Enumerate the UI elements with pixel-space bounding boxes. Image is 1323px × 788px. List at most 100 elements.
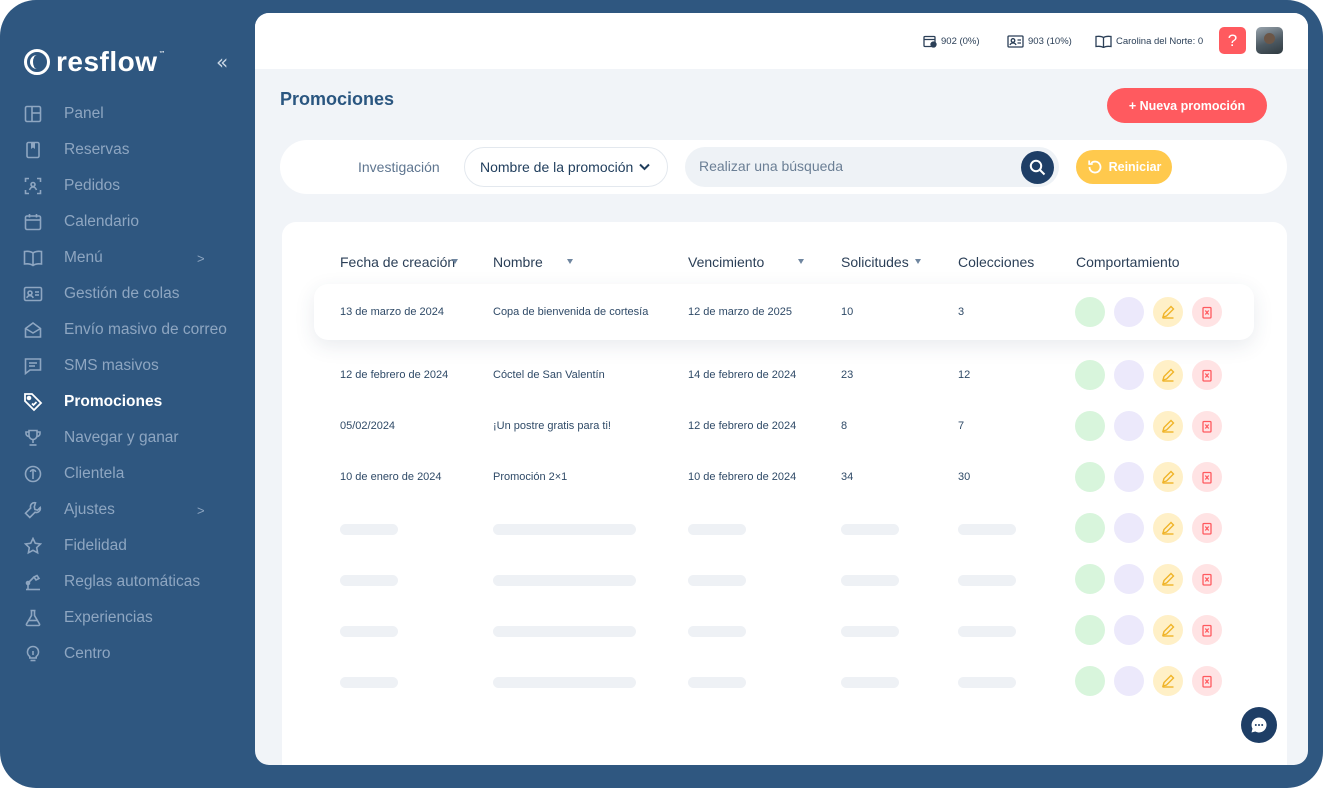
- column-header-vencimiento[interactable]: Vencimiento: [688, 254, 764, 270]
- brand-logo[interactable]: resflow ™: [24, 46, 166, 78]
- new-promotion-button[interactable]: + Nueva promoción: [1107, 88, 1267, 123]
- help-button[interactable]: ?: [1219, 27, 1246, 54]
- view-button[interactable]: [1114, 615, 1144, 645]
- sidebar-item-navegar-ganar[interactable]: Navegar y ganar: [22, 420, 242, 456]
- sidebar-item-pedidos[interactable]: Pedidos: [22, 168, 242, 204]
- sidebar-item-centro[interactable]: Centro: [22, 636, 242, 672]
- cell-colecciones: 7: [958, 420, 965, 432]
- page-title: Promociones: [280, 89, 395, 109]
- sidebar-item-label: SMS masivos: [64, 357, 159, 374]
- delete-button[interactable]: [1192, 513, 1222, 543]
- view-button[interactable]: [1114, 513, 1144, 543]
- activate-button[interactable]: [1075, 360, 1105, 390]
- table-row[interactable]: 12 de febrero de 2024 Cóctel de San Vale…: [314, 347, 1254, 403]
- sidebar-item-fidelidad[interactable]: Fidelidad: [22, 528, 242, 564]
- activate-button[interactable]: [1075, 411, 1105, 441]
- edit-button[interactable]: [1153, 666, 1183, 696]
- activate-button[interactable]: [1075, 666, 1105, 696]
- cell-nombre: Cóctel de San Valentín: [493, 369, 605, 381]
- calendar-check-icon: [923, 35, 937, 48]
- table-row[interactable]: 13 de marzo de 2024 Copa de bienvenida d…: [314, 284, 1254, 340]
- app-frame: resflow ™ « Panel Reservas Pedidos Calen…: [0, 0, 1323, 788]
- sort-arrow-icon[interactable]: [452, 259, 458, 264]
- edit-button[interactable]: [1153, 297, 1183, 327]
- sort-arrow-icon[interactable]: [567, 259, 573, 264]
- sidebar-item-panel[interactable]: Panel: [22, 96, 242, 132]
- sidebar-item-label: Promociones: [64, 393, 163, 410]
- stat-clients-value: 903 (10%): [1028, 36, 1072, 47]
- sidebar-item-gestion-colas[interactable]: Gestión de colas: [22, 276, 242, 312]
- edit-button[interactable]: [1153, 411, 1183, 441]
- sidebar-item-clientela[interactable]: Clientela: [22, 456, 242, 492]
- edit-icon: [1161, 623, 1175, 637]
- sidebar-item-calendario[interactable]: Calendario: [22, 204, 242, 240]
- sidebar-item-menu[interactable]: Menú >: [22, 240, 242, 276]
- edit-button[interactable]: [1153, 564, 1183, 594]
- sidebar-item-experiencias[interactable]: Experiencias: [22, 600, 242, 636]
- delete-button[interactable]: [1192, 411, 1222, 441]
- sort-arrow-icon[interactable]: [915, 259, 921, 264]
- sort-arrow-icon[interactable]: [798, 259, 804, 264]
- top-bar: 902 (0%) 903 (10%) Carolina del Norte: 0…: [255, 13, 1308, 69]
- collapse-sidebar-button[interactable]: «: [216, 50, 228, 74]
- cell-nombre: ¡Un postre gratis para ti!: [493, 420, 611, 432]
- trash-icon: [1202, 306, 1212, 319]
- delete-button[interactable]: [1192, 360, 1222, 390]
- cell-solicitudes: 23: [841, 369, 854, 381]
- sidebar-item-reglas[interactable]: Reglas automáticas: [22, 564, 242, 600]
- edit-button[interactable]: [1153, 462, 1183, 492]
- column-header-nombre[interactable]: Nombre: [493, 254, 543, 270]
- cell-vencimiento: 14 de febrero de 2024: [688, 369, 797, 381]
- sidebar-item-sms[interactable]: SMS masivos: [22, 348, 242, 384]
- sidebar-item-label: Ajustes: [64, 501, 115, 518]
- skeleton-row: [314, 551, 1254, 607]
- chat-support-button[interactable]: [1241, 707, 1277, 743]
- activate-button[interactable]: [1075, 513, 1105, 543]
- chevron-right-icon: >: [197, 250, 205, 266]
- table-row[interactable]: 10 de enero de 2024 Promoción 2×1 10 de …: [314, 449, 1254, 505]
- search-box: [685, 147, 1059, 187]
- star-icon: [22, 535, 44, 557]
- reset-button[interactable]: Reiniciar: [1076, 150, 1172, 184]
- column-header-solicitudes[interactable]: Solicitudes: [841, 254, 909, 270]
- filter-field-select[interactable]: Nombre de la promoción: [464, 147, 668, 187]
- delete-button[interactable]: [1192, 462, 1222, 492]
- trash-icon: [1202, 471, 1212, 484]
- filter-bar: Investigación Nombre de la promoción Rei…: [280, 140, 1287, 194]
- sidebar-item-label: Panel: [64, 105, 104, 122]
- delete-button[interactable]: [1192, 615, 1222, 645]
- table-row[interactable]: 05/02/2024 ¡Un postre gratis para ti! 12…: [314, 398, 1254, 454]
- view-button[interactable]: [1114, 360, 1144, 390]
- trash-icon: [1202, 675, 1212, 688]
- sidebar-item-reservas[interactable]: Reservas: [22, 132, 242, 168]
- activate-button[interactable]: [1075, 462, 1105, 492]
- search-button[interactable]: [1021, 151, 1054, 184]
- stat-reservations: 902 (0%): [923, 35, 980, 48]
- trash-icon: [1202, 573, 1212, 586]
- delete-button[interactable]: [1192, 666, 1222, 696]
- activate-button[interactable]: [1075, 615, 1105, 645]
- delete-button[interactable]: [1192, 297, 1222, 327]
- edit-button[interactable]: [1153, 513, 1183, 543]
- view-button[interactable]: [1114, 411, 1144, 441]
- delete-button[interactable]: [1192, 564, 1222, 594]
- view-button[interactable]: [1114, 564, 1144, 594]
- view-button[interactable]: [1114, 297, 1144, 327]
- edit-button[interactable]: [1153, 360, 1183, 390]
- column-header-colecciones[interactable]: Colecciones: [958, 254, 1034, 270]
- sidebar-item-envio-correo[interactable]: Envío masivo de correo: [22, 312, 242, 348]
- sidebar-item-promociones[interactable]: Promociones: [22, 384, 242, 420]
- activate-button[interactable]: [1075, 564, 1105, 594]
- sidebar-item-label: Clientela: [64, 465, 125, 482]
- skeleton-bar: [958, 677, 1016, 688]
- cell-fecha: 12 de febrero de 2024: [340, 369, 449, 381]
- column-header-fecha[interactable]: Fecha de creación: [340, 254, 455, 270]
- search-input[interactable]: [699, 158, 999, 174]
- sidebar-item-ajustes[interactable]: Ajustes >: [22, 492, 242, 528]
- view-button[interactable]: [1114, 462, 1144, 492]
- skeleton-bar: [340, 575, 398, 586]
- activate-button[interactable]: [1075, 297, 1105, 327]
- user-avatar[interactable]: [1256, 27, 1283, 54]
- edit-button[interactable]: [1153, 615, 1183, 645]
- view-button[interactable]: [1114, 666, 1144, 696]
